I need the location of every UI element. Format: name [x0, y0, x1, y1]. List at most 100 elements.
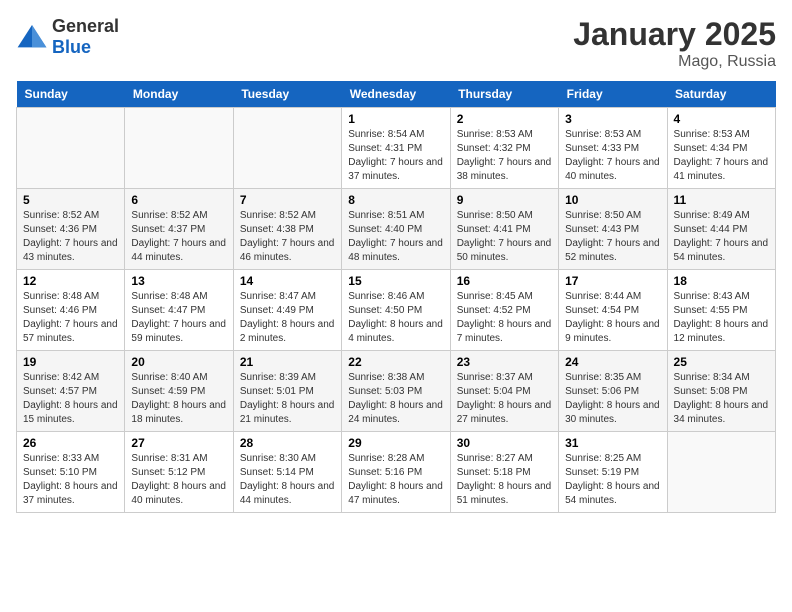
day-number: 25 [674, 355, 769, 369]
day-info: Sunrise: 8:44 AM Sunset: 4:54 PM Dayligh… [565, 290, 660, 346]
day-number: 1 [348, 112, 443, 126]
day-number: 12 [23, 274, 118, 288]
calendar-cell: 27Sunrise: 8:31 AM Sunset: 5:12 PM Dayli… [125, 432, 233, 513]
logo-icon [16, 23, 48, 51]
day-number: 28 [240, 436, 335, 450]
day-info: Sunrise: 8:30 AM Sunset: 5:14 PM Dayligh… [240, 452, 335, 508]
calendar-table: SundayMondayTuesdayWednesdayThursdayFrid… [16, 81, 776, 513]
calendar-week-row: 1 Sunrise: 8:54 AM Sunset: 4:31 PM Daylig… [17, 108, 776, 189]
day-info: Sunrise: 8:27 AM Sunset: 5:18 PM Dayligh… [457, 452, 552, 508]
calendar-cell [667, 432, 775, 513]
logo-general: General [52, 16, 119, 36]
day-info: Sunrise: 8:35 AM Sunset: 5:06 PM Dayligh… [565, 371, 660, 427]
day-info: Sunrise: 8:48 AM Sunset: 4:47 PM Dayligh… [131, 290, 226, 346]
day-number: 3 [565, 112, 660, 126]
calendar-week-row: 12 Sunrise: 8:48 AM Sunset: 4:46 PM Dayli… [17, 270, 776, 351]
day-info: Sunrise: 8:52 AM Sunset: 4:38 PM Dayligh… [240, 209, 335, 265]
day-info: Sunrise: 8:34 AM Sunset: 5:08 PM Dayligh… [674, 371, 769, 427]
day-number: 2 [457, 112, 552, 126]
day-number: 21 [240, 355, 335, 369]
calendar-cell: 25 Sunrise: 8:34 AM Sunset: 5:08 PM Dayli… [667, 351, 775, 432]
calendar-cell: 9Sunrise: 8:50 AM Sunset: 4:41 PM Daylig… [450, 189, 558, 270]
day-info: Sunrise: 8:37 AM Sunset: 5:04 PM Dayligh… [457, 371, 552, 427]
day-number: 7 [240, 193, 335, 207]
calendar-cell [125, 108, 233, 189]
day-number: 4 [674, 112, 769, 126]
day-number: 24 [565, 355, 660, 369]
calendar-cell: 13Sunrise: 8:48 AM Sunset: 4:47 PM Dayli… [125, 270, 233, 351]
title-area: January 2025 Mago, Russia [573, 16, 776, 71]
day-info: Sunrise: 8:53 AM Sunset: 4:34 PM Dayligh… [674, 128, 769, 184]
calendar-cell: 19Sunrise: 8:42 AM Sunset: 4:57 PM Dayli… [17, 351, 125, 432]
calendar-cell: 26Sunrise: 8:33 AM Sunset: 5:10 PM Dayli… [17, 432, 125, 513]
logo: General Blue [16, 16, 119, 58]
weekday-header-sunday: Sunday [17, 81, 125, 108]
calendar-cell [233, 108, 341, 189]
day-number: 26 [23, 436, 118, 450]
day-info: Sunrise: 8:48 AM Sunset: 4:46 PM Dayligh… [23, 290, 118, 346]
day-number: 31 [565, 436, 660, 450]
calendar-cell: 12 Sunrise: 8:48 AM Sunset: 4:46 PM Dayli… [17, 270, 125, 351]
day-number: 14 [240, 274, 335, 288]
weekday-header-row: SundayMondayTuesdayWednesdayThursdayFrid… [17, 81, 776, 108]
day-number: 30 [457, 436, 552, 450]
weekday-header-tuesday: Tuesday [233, 81, 341, 108]
day-number: 10 [565, 193, 660, 207]
calendar-cell: 11Sunrise: 8:49 AM Sunset: 4:44 PM Dayli… [667, 189, 775, 270]
calendar-week-row: 19Sunrise: 8:42 AM Sunset: 4:57 PM Dayli… [17, 351, 776, 432]
month-title: January 2025 [573, 16, 776, 53]
day-number: 19 [23, 355, 118, 369]
day-info: Sunrise: 8:40 AM Sunset: 4:59 PM Dayligh… [131, 371, 226, 427]
day-info: Sunrise: 8:51 AM Sunset: 4:40 PM Dayligh… [348, 209, 443, 265]
calendar-cell: 5Sunrise: 8:52 AM Sunset: 4:36 PM Daylig… [17, 189, 125, 270]
day-info: Sunrise: 8:53 AM Sunset: 4:32 PM Dayligh… [457, 128, 552, 184]
calendar-cell: 10 Sunrise: 8:50 AM Sunset: 4:43 PM Dayli… [559, 189, 667, 270]
logo-blue: Blue [52, 37, 91, 57]
calendar-cell: 3 Sunrise: 8:53 AM Sunset: 4:33 PM Daylig… [559, 108, 667, 189]
calendar-cell: 31Sunrise: 8:25 AM Sunset: 5:19 PM Dayli… [559, 432, 667, 513]
calendar-cell: 17 Sunrise: 8:44 AM Sunset: 4:54 PM Dayli… [559, 270, 667, 351]
day-info: Sunrise: 8:38 AM Sunset: 5:03 PM Dayligh… [348, 371, 443, 427]
logo-text: General Blue [52, 16, 119, 58]
day-info: Sunrise: 8:47 AM Sunset: 4:49 PM Dayligh… [240, 290, 335, 346]
day-info: Sunrise: 8:49 AM Sunset: 4:44 PM Dayligh… [674, 209, 769, 265]
day-info: Sunrise: 8:43 AM Sunset: 4:55 PM Dayligh… [674, 290, 769, 346]
calendar-cell: 15 Sunrise: 8:46 AM Sunset: 4:50 PM Dayli… [342, 270, 450, 351]
day-info: Sunrise: 8:54 AM Sunset: 4:31 PM Dayligh… [348, 128, 443, 184]
calendar-cell: 23 Sunrise: 8:37 AM Sunset: 5:04 PM Dayli… [450, 351, 558, 432]
calendar-cell: 8 Sunrise: 8:51 AM Sunset: 4:40 PM Daylig… [342, 189, 450, 270]
calendar-cell: 7 Sunrise: 8:52 AM Sunset: 4:38 PM Daylig… [233, 189, 341, 270]
day-info: Sunrise: 8:39 AM Sunset: 5:01 PM Dayligh… [240, 371, 335, 427]
page-header: General Blue January 2025 Mago, Russia [16, 16, 776, 71]
day-number: 29 [348, 436, 443, 450]
calendar-week-row: 26Sunrise: 8:33 AM Sunset: 5:10 PM Dayli… [17, 432, 776, 513]
calendar-cell: 18Sunrise: 8:43 AM Sunset: 4:55 PM Dayli… [667, 270, 775, 351]
calendar-cell: 21 Sunrise: 8:39 AM Sunset: 5:01 PM Dayli… [233, 351, 341, 432]
calendar-cell: 6Sunrise: 8:52 AM Sunset: 4:37 PM Daylig… [125, 189, 233, 270]
calendar-cell: 30 Sunrise: 8:27 AM Sunset: 5:18 PM Dayli… [450, 432, 558, 513]
day-number: 9 [457, 193, 552, 207]
calendar-cell: 2 Sunrise: 8:53 AM Sunset: 4:32 PM Daylig… [450, 108, 558, 189]
day-number: 23 [457, 355, 552, 369]
day-info: Sunrise: 8:45 AM Sunset: 4:52 PM Dayligh… [457, 290, 552, 346]
day-number: 20 [131, 355, 226, 369]
calendar-cell: 14 Sunrise: 8:47 AM Sunset: 4:49 PM Dayli… [233, 270, 341, 351]
day-number: 8 [348, 193, 443, 207]
day-number: 15 [348, 274, 443, 288]
day-number: 17 [565, 274, 660, 288]
day-info: Sunrise: 8:50 AM Sunset: 4:43 PM Dayligh… [565, 209, 660, 265]
day-info: Sunrise: 8:31 AM Sunset: 5:12 PM Dayligh… [131, 452, 226, 508]
calendar-cell: 20 Sunrise: 8:40 AM Sunset: 4:59 PM Dayli… [125, 351, 233, 432]
day-info: Sunrise: 8:46 AM Sunset: 4:50 PM Dayligh… [348, 290, 443, 346]
calendar-week-row: 5Sunrise: 8:52 AM Sunset: 4:36 PM Daylig… [17, 189, 776, 270]
calendar-cell: 4 Sunrise: 8:53 AM Sunset: 4:34 PM Daylig… [667, 108, 775, 189]
calendar-cell: 24 Sunrise: 8:35 AM Sunset: 5:06 PM Dayli… [559, 351, 667, 432]
day-number: 6 [131, 193, 226, 207]
calendar-cell: 22Sunrise: 8:38 AM Sunset: 5:03 PM Dayli… [342, 351, 450, 432]
weekday-header-friday: Friday [559, 81, 667, 108]
day-info: Sunrise: 8:53 AM Sunset: 4:33 PM Dayligh… [565, 128, 660, 184]
calendar-cell: 1 Sunrise: 8:54 AM Sunset: 4:31 PM Daylig… [342, 108, 450, 189]
calendar-cell: 16Sunrise: 8:45 AM Sunset: 4:52 PM Dayli… [450, 270, 558, 351]
location-title: Mago, Russia [573, 53, 776, 71]
day-number: 5 [23, 193, 118, 207]
